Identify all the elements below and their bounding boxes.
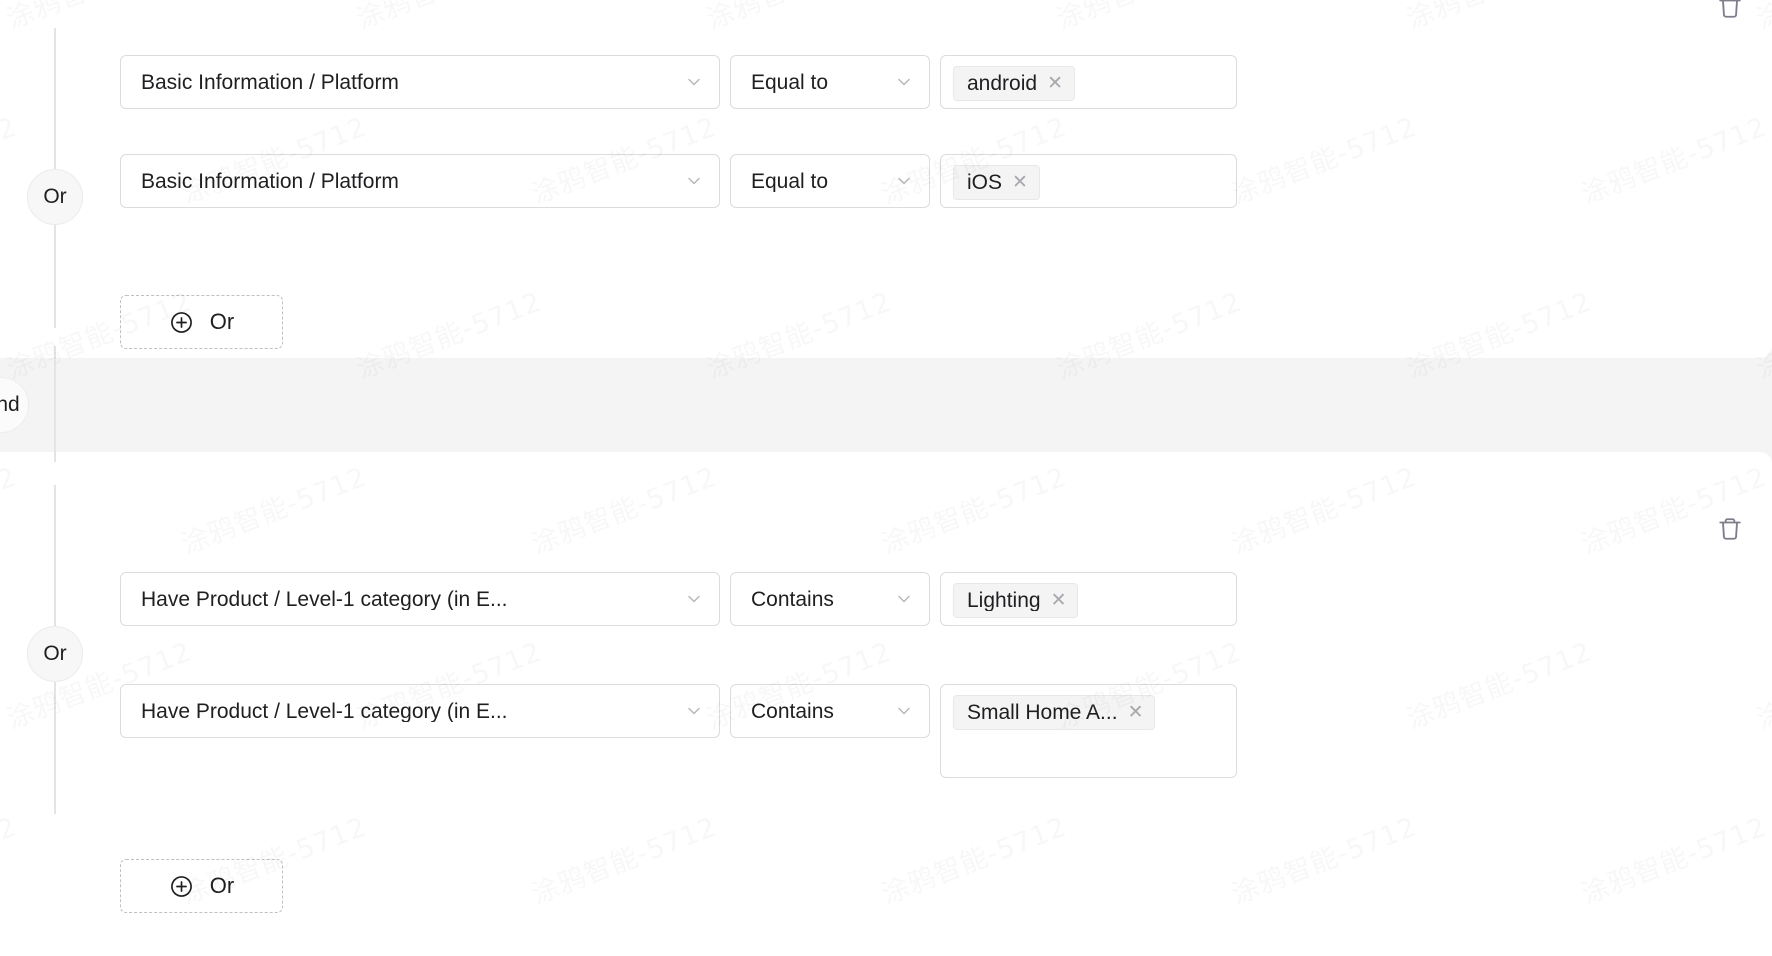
value-tag-label: Lighting <box>967 590 1041 611</box>
trash-icon <box>1719 0 1741 18</box>
value-select[interactable]: android ✕ <box>940 55 1237 109</box>
operator-select-value: Contains <box>751 700 834 722</box>
value-select[interactable]: Small Home A... ✕ <box>940 684 1237 778</box>
value-tag: iOS ✕ <box>953 165 1040 200</box>
delete-group-1-button[interactable] <box>1713 0 1747 24</box>
chevron-down-icon <box>683 71 705 93</box>
chevron-down-icon <box>893 71 915 93</box>
operator-select[interactable]: Equal to <box>730 55 930 109</box>
value-select[interactable]: iOS ✕ <box>940 154 1237 208</box>
value-tag-list: Small Home A... ✕ <box>941 685 1236 730</box>
property-select[interactable]: Have Product / Level-1 category (in E... <box>120 572 720 626</box>
plus-circle-icon <box>169 874 194 899</box>
property-select[interactable]: Have Product / Level-1 category (in E... <box>120 684 720 738</box>
add-or-button-label: Or <box>209 309 235 334</box>
property-select-value: Basic Information / Platform <box>141 71 399 93</box>
property-select[interactable]: Basic Information / Platform <box>120 154 720 208</box>
operator-select[interactable]: Contains <box>730 684 930 738</box>
value-tag: Small Home A... ✕ <box>953 695 1156 730</box>
value-tag-label: iOS <box>967 172 1003 193</box>
value-tag-list: Lighting ✕ <box>941 573 1236 618</box>
chevron-down-icon <box>893 700 915 722</box>
close-icon[interactable]: ✕ <box>1012 173 1028 192</box>
property-select-value: Have Product / Level-1 category (in E... <box>141 588 508 610</box>
delete-group-2-button[interactable] <box>1713 512 1747 546</box>
group-2-logic-label: Or <box>43 642 67 665</box>
chevron-down-icon <box>683 700 705 722</box>
condition-row: Basic Information / Platform Equal to iO… <box>120 154 1237 208</box>
condition-row: Have Product / Level-1 category (in E...… <box>120 572 1237 626</box>
operator-select-value: Contains <box>751 588 834 610</box>
operator-select-value: Equal to <box>751 170 829 192</box>
property-select-value: Basic Information / Platform <box>141 170 399 192</box>
and-separator-rail <box>54 346 56 462</box>
property-select[interactable]: Basic Information / Platform <box>120 55 720 109</box>
add-or-condition-button-group-1[interactable]: Or <box>120 295 283 349</box>
value-tag: android ✕ <box>953 66 1075 101</box>
condition-builder: Basic Information / Platform Equal to an… <box>0 0 1772 956</box>
close-icon[interactable]: ✕ <box>1047 74 1063 93</box>
value-tag-list: iOS ✕ <box>941 155 1236 200</box>
value-select[interactable]: Lighting ✕ <box>940 572 1237 626</box>
chevron-down-icon <box>893 170 915 192</box>
chevron-down-icon <box>893 588 915 610</box>
value-tag: Lighting ✕ <box>953 583 1079 618</box>
chevron-down-icon <box>683 170 705 192</box>
condition-row: Basic Information / Platform Equal to an… <box>120 55 1237 109</box>
property-select-value: Have Product / Level-1 category (in E... <box>141 700 508 722</box>
value-tag-label: Small Home A... <box>967 702 1118 723</box>
plus-circle-icon <box>169 310 194 335</box>
value-tag-label: android <box>967 73 1038 94</box>
chevron-down-icon <box>683 588 705 610</box>
add-or-button-label: Or <box>209 873 235 898</box>
close-icon[interactable]: ✕ <box>1128 703 1144 722</box>
group-separator-label: And <box>0 393 20 416</box>
close-icon[interactable]: ✕ <box>1051 591 1067 610</box>
trash-icon <box>1719 518 1741 540</box>
group-1-logic-label: Or <box>43 185 67 208</box>
group-1-logic-badge[interactable]: Or <box>27 169 83 225</box>
operator-select[interactable]: Contains <box>730 572 930 626</box>
value-tag-list: android ✕ <box>941 56 1236 101</box>
operator-select-value: Equal to <box>751 71 829 93</box>
operator-select[interactable]: Equal to <box>730 154 930 208</box>
add-or-condition-button-group-2[interactable]: Or <box>120 859 283 913</box>
condition-row: Have Product / Level-1 category (in E...… <box>120 684 1237 778</box>
group-2-logic-badge[interactable]: Or <box>27 626 83 682</box>
